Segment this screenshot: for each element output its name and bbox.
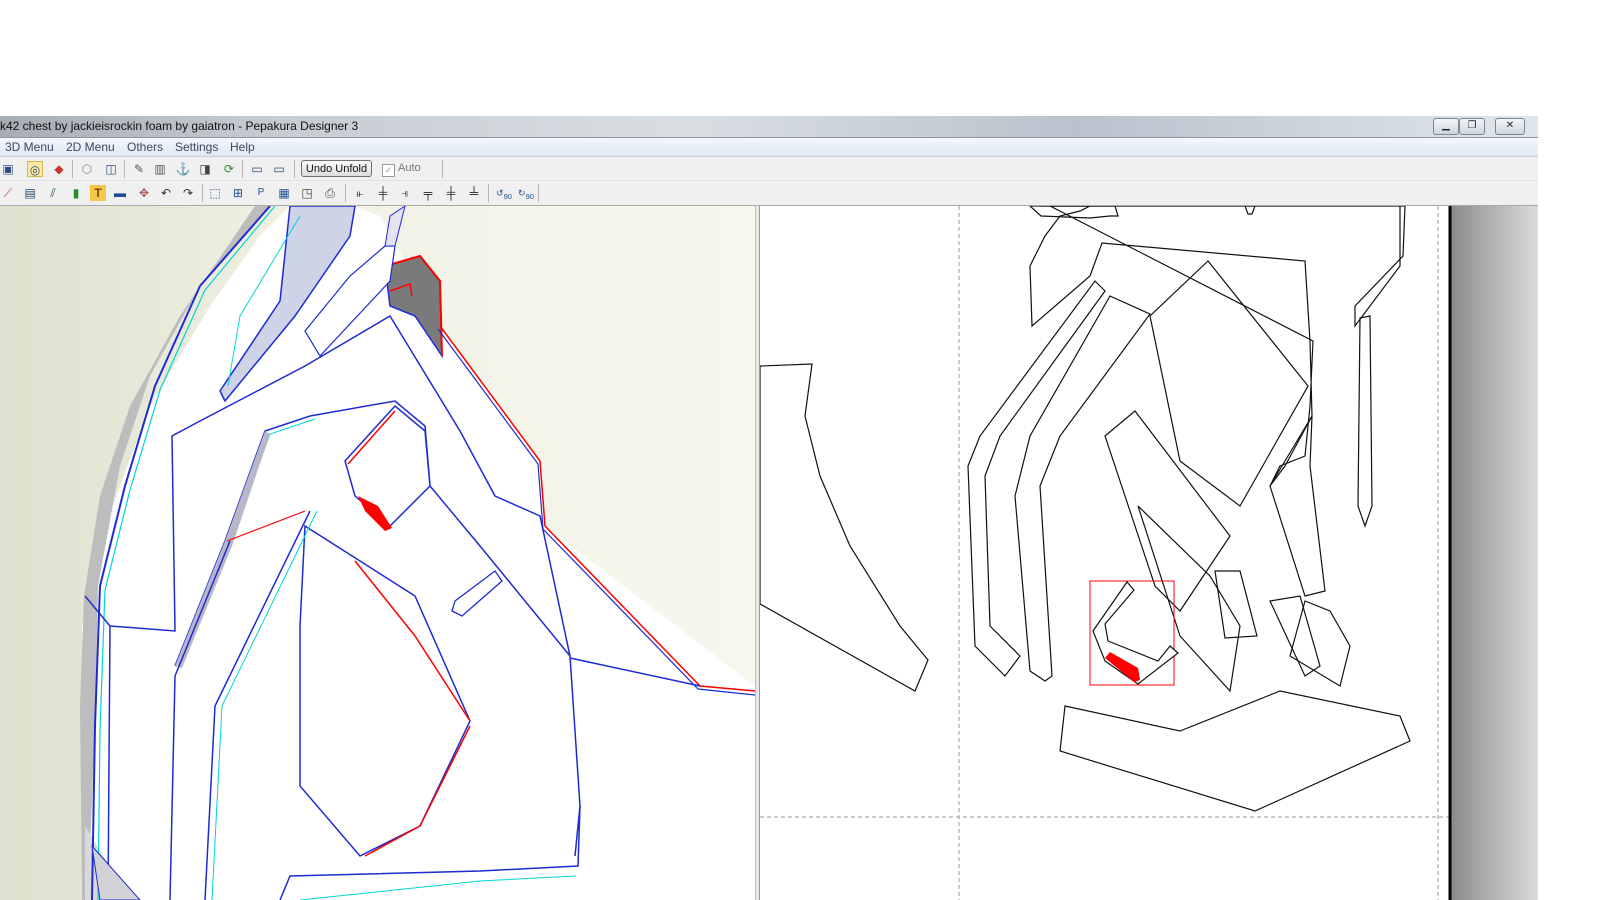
- toolbar-separator: [538, 184, 539, 202]
- toolbar-separator: [242, 160, 243, 178]
- model-3d-canvas[interactable]: [0, 206, 755, 900]
- toolbar-2d: ⟋ ▤ ⫽ ▮ T ▬ ✥ ↶ ↷ ⬚ ⊞ P ▦ ◳ ⎙ ⫦ ╪ ⫣ ╤ ╪ …: [0, 181, 1538, 206]
- align-left-icon[interactable]: ⫦: [352, 185, 368, 201]
- toolbar-separator: [72, 160, 73, 178]
- select-icon[interactable]: ⬚: [207, 185, 223, 201]
- box-icon[interactable]: ◫: [103, 161, 119, 177]
- app-window: k42 chest by jackieisrockin foam by gaia…: [0, 116, 1538, 900]
- anchor-icon[interactable]: ⚓: [175, 161, 191, 177]
- restore-button[interactable]: ❐: [1459, 118, 1485, 135]
- window-title: k42 chest by jackieisrockin foam by gaia…: [0, 119, 359, 133]
- menu-others[interactable]: Others: [127, 140, 163, 154]
- align-top-icon[interactable]: ╤: [420, 185, 436, 201]
- rotate-box-icon[interactable]: ⟳: [221, 161, 237, 177]
- close-button[interactable]: ✕: [1495, 118, 1525, 135]
- checkbox-check-icon[interactable]: ✓: [382, 164, 395, 177]
- minimize-button[interactable]: ▁: [1433, 118, 1459, 135]
- pattern-strip: [1269, 415, 1326, 597]
- pattern-piece: [1214, 570, 1258, 639]
- redo-icon[interactable]: ↷: [180, 185, 196, 201]
- toolbar-separator: [202, 184, 203, 202]
- align-bottom-icon[interactable]: ╧: [466, 185, 482, 201]
- glue-icon[interactable]: ▮: [68, 185, 84, 201]
- toolbar-separator: [345, 184, 346, 202]
- align-middle-icon[interactable]: ╪: [443, 185, 459, 201]
- pattern-piece: [1289, 600, 1351, 687]
- image-icon[interactable]: ▬: [112, 185, 128, 201]
- align-right-icon[interactable]: ⫣: [397, 185, 413, 201]
- menu-2d[interactable]: 2D Menu: [66, 140, 115, 154]
- move-icon[interactable]: ✥: [136, 185, 152, 201]
- cube-color-icon[interactable]: ◆: [51, 161, 67, 177]
- toolbar-separator: [442, 160, 443, 178]
- brush-icon[interactable]: ⫽: [45, 185, 61, 201]
- pattern-piece: [1244, 206, 1256, 215]
- columns-icon[interactable]: ▥: [152, 161, 168, 177]
- page-icon[interactable]: P: [253, 185, 269, 201]
- pattern-piece: [1357, 315, 1373, 528]
- edge-icon[interactable]: ⟋: [0, 185, 16, 201]
- pattern-strip: [1014, 295, 1151, 682]
- undo-icon[interactable]: ↶: [158, 185, 174, 201]
- layout-icon[interactable]: ▦: [276, 185, 292, 201]
- ruler-icon[interactable]: ▤: [22, 185, 38, 201]
- toolbar-separator: [124, 160, 125, 178]
- auto-label: Auto: [398, 162, 421, 174]
- align-center-icon[interactable]: ╪: [375, 185, 391, 201]
- pattern-piece: [1040, 206, 1406, 328]
- toolbar-separator: [294, 160, 295, 178]
- pattern-piece: [1029, 206, 1314, 487]
- text-icon[interactable]: T: [90, 185, 106, 201]
- view-3d-pane[interactable]: [0, 206, 755, 900]
- print-icon[interactable]: ⎙: [322, 185, 338, 201]
- pattern-piece: [1059, 690, 1411, 812]
- pencil-icon[interactable]: ✎: [131, 161, 147, 177]
- pattern-2d-canvas[interactable]: [760, 206, 1538, 900]
- rotate-cw-icon[interactable]: ↻90: [516, 185, 536, 201]
- dual-view-icon[interactable]: ▭: [271, 161, 287, 177]
- print-preview-icon[interactable]: ◳: [299, 185, 315, 201]
- cube-outline-icon[interactable]: ⬡: [79, 161, 95, 177]
- lightbulb-icon[interactable]: ◎: [27, 161, 43, 177]
- title-bar[interactable]: k42 chest by jackieisrockin foam by gaia…: [0, 116, 1538, 138]
- save-icon[interactable]: ▣: [0, 161, 16, 177]
- menu-settings[interactable]: Settings: [175, 140, 218, 154]
- auto-checkbox[interactable]: ✓ Auto: [382, 162, 421, 177]
- split-icon[interactable]: ◨: [197, 161, 213, 177]
- undo-unfold-button[interactable]: Undo Unfold: [301, 160, 372, 177]
- menu-bar: 3D Menu 2D Menu Others Settings Help: [0, 138, 1538, 157]
- menu-help[interactable]: Help: [230, 140, 255, 154]
- menu-3d[interactable]: 3D Menu: [5, 140, 54, 154]
- pattern-piece: [760, 363, 929, 692]
- view-2d-pane[interactable]: [760, 206, 1538, 900]
- rotate-ccw-icon[interactable]: ↺90: [494, 185, 514, 201]
- join-icon[interactable]: ⊞: [230, 185, 246, 201]
- model-facet: [384, 206, 406, 247]
- canvas-outside-area: [1450, 206, 1538, 900]
- toolbar-separator: [488, 184, 489, 202]
- toolbar-main: ▣ ◎ ◆ ⬡ ◫ ✎ ▥ ⚓ ◨ ⟳ ▭ ▭ Undo Unfold ✓ Aut…: [0, 157, 1538, 181]
- single-view-icon[interactable]: ▭: [249, 161, 265, 177]
